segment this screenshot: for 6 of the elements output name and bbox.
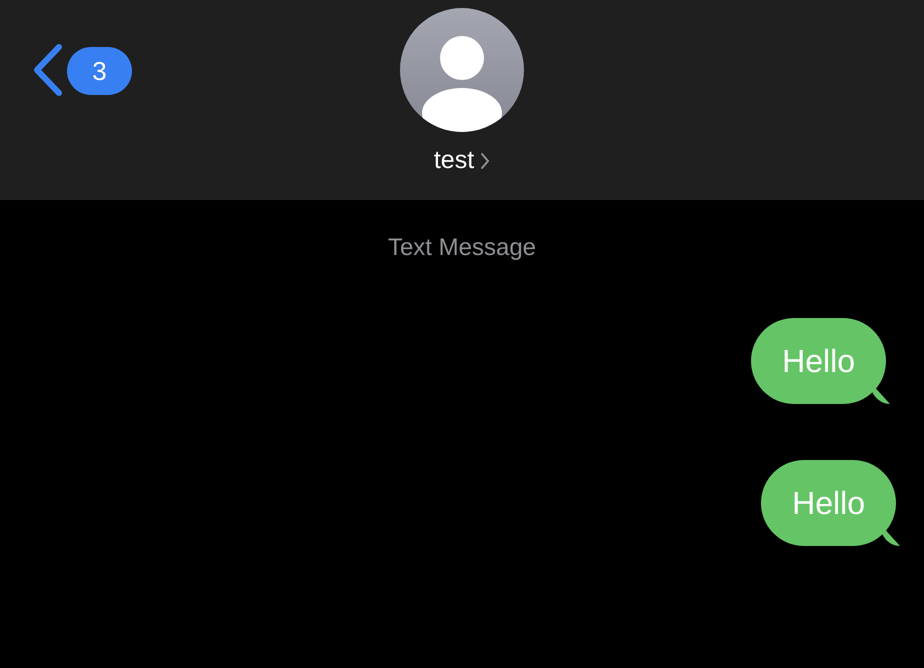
back-icon[interactable] (31, 44, 63, 96)
chevron-icon (480, 152, 490, 170)
contact-name-button[interactable]: test (434, 146, 490, 175)
unread-count-badge[interactable]: 3 (67, 47, 132, 95)
avatar-icon[interactable] (400, 8, 524, 132)
service-label: Text Message (386, 234, 538, 262)
